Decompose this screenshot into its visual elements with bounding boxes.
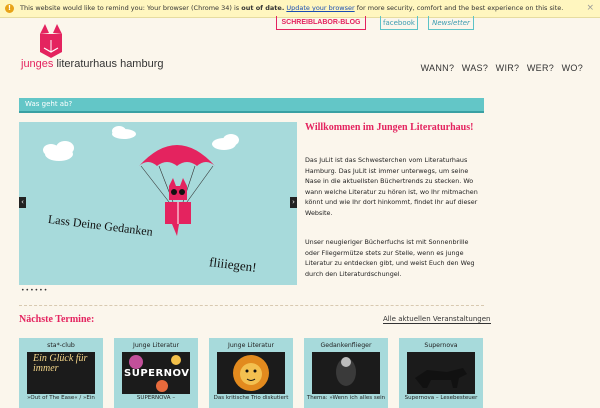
hero-slider[interactable]: Lass Deine Gedanken fliiiegen!	[19, 122, 297, 285]
event-card[interactable]: Gedankenflieger Thema: »Wenn ich alles s…	[304, 338, 388, 408]
slider-prev-button[interactable]: ‹	[19, 197, 26, 208]
event-image[interactable]: Ein Glück für immer	[27, 352, 95, 394]
nav-item-wir[interactable]: WIR?	[496, 63, 520, 73]
event-category: Junge Literatur	[133, 342, 179, 349]
all-events-link[interactable]: Alle aktuellen Veranstaltungen	[383, 315, 491, 324]
nav-item-wann[interactable]: WANN?	[421, 63, 455, 73]
cloud-icon	[212, 134, 239, 150]
event-image[interactable]: SUPERNOV	[122, 352, 190, 394]
event-image[interactable]	[407, 352, 475, 394]
lion-illustration	[233, 355, 269, 391]
cloud-icon	[43, 141, 74, 161]
event-card[interactable]: sta*-club Ein Glück für immer »Out of Th…	[19, 338, 103, 408]
event-category: sta*-club	[47, 342, 75, 349]
nav-item-wer[interactable]: WER?	[527, 63, 554, 73]
event-image-text: Ein Glück für immer	[33, 353, 88, 374]
slider-next-button[interactable]: ›	[290, 197, 297, 208]
section-divider	[19, 305, 484, 306]
cloud-icon	[112, 126, 136, 139]
site-logo[interactable]: junges literaturhaus hamburg	[21, 58, 164, 70]
newsletter-button[interactable]: Newsletter	[428, 16, 474, 30]
event-category: Supernova	[424, 342, 458, 349]
slider-pagination[interactable]: ••••••	[21, 287, 48, 294]
event-image-text: SUPERNOV	[124, 368, 190, 379]
events-title: Nächste Termine:	[19, 314, 95, 325]
schreiblabor-blog-button[interactable]: SCHREIBLABOR-BLOG	[276, 16, 366, 30]
event-title[interactable]: SUPERNOVA –	[114, 395, 198, 401]
flying-figure-photo	[336, 357, 356, 386]
section-bar-label[interactable]: Was geht ab?	[25, 98, 72, 111]
facebook-button[interactable]: facebook	[380, 16, 418, 30]
event-card[interactable]: Junge Literatur Das kritische Trio disku…	[209, 338, 293, 408]
main-nav: WANN? WAS? WIR? WER? WO?	[416, 63, 583, 73]
event-image[interactable]	[312, 352, 380, 394]
welcome-paragraph-1: Das JuLit ist das Schwesterchen vom Lite…	[305, 156, 478, 217]
welcome-title: Willkommen im Jungen Literaturhaus!	[305, 122, 474, 133]
event-category: Junge Literatur	[228, 342, 274, 349]
close-icon[interactable]: ×	[586, 0, 594, 17]
browser-warning-message: This website would like to remind you: Y…	[20, 4, 564, 12]
nav-item-wo[interactable]: WO?	[562, 63, 583, 73]
event-card[interactable]: Supernova Supernova – Lesebesteuer	[399, 338, 483, 408]
update-browser-link[interactable]: Update your browser	[286, 4, 354, 12]
event-card[interactable]: Junge Literatur SUPERNOV SUPERNOVA –	[114, 338, 198, 408]
warning-icon: !	[5, 4, 14, 13]
event-category: Gedankenflieger	[320, 342, 372, 349]
event-title[interactable]: Thema: »Wenn ich alles sein	[304, 395, 388, 401]
welcome-paragraph-2: Unser neugieriger Bücherfuchs ist mit So…	[305, 238, 475, 278]
nav-item-was[interactable]: WAS?	[462, 63, 488, 73]
event-image[interactable]	[217, 352, 285, 394]
animal-silhouette-illustration	[415, 368, 467, 388]
section-bar: Was geht ab?	[19, 98, 484, 113]
event-title[interactable]: »Out of The Ease« / »Ein	[19, 395, 103, 401]
fox-logo-icon[interactable]	[38, 22, 64, 62]
event-title[interactable]: Das kritische Trio diskutiert	[209, 395, 293, 401]
event-title[interactable]: Supernova – Lesebesteuer	[399, 395, 483, 401]
